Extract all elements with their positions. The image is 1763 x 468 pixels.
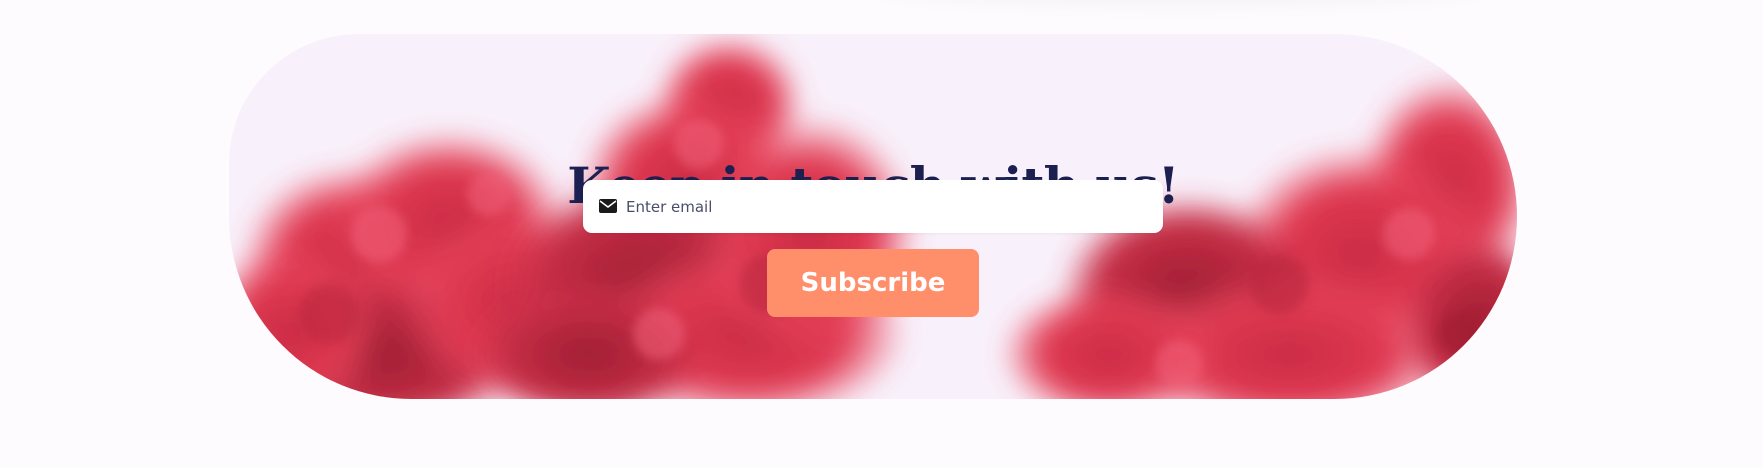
email-field-container[interactable]	[583, 180, 1163, 233]
decorative-shadow	[880, 0, 1480, 6]
subscribe-button[interactable]: Subscribe	[767, 249, 979, 317]
newsletter-content: Keep in touch with us! Subscribe	[229, 34, 1517, 399]
email-input[interactable]	[626, 180, 1146, 233]
page: Keep in touch with us! Subscribe	[0, 0, 1763, 468]
newsletter-banner: Keep in touch with us! Subscribe	[229, 34, 1517, 399]
envelope-icon	[599, 199, 617, 213]
